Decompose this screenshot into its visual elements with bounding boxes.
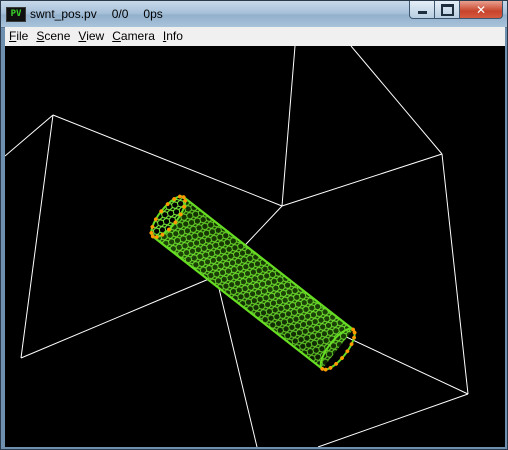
window-title: swnt_pos.pv 0/0 0ps bbox=[30, 7, 178, 21]
menu-camera-mnemonic: C bbox=[112, 29, 121, 43]
nanotube-model bbox=[149, 194, 357, 372]
box-edge-3 bbox=[281, 153, 443, 207]
box-edge-8 bbox=[441, 153, 469, 395]
box-edge-6 bbox=[20, 114, 54, 359]
nanotube-body bbox=[149, 194, 357, 372]
maximize-icon bbox=[440, 3, 454, 16]
menu-camera-rest: amera bbox=[120, 29, 155, 43]
box-edge-11 bbox=[317, 393, 469, 447]
box-edge-2 bbox=[350, 46, 443, 155]
close-icon: ✕ bbox=[475, 2, 487, 17]
box-edge-4 bbox=[52, 114, 283, 207]
box-edge-9 bbox=[20, 275, 217, 359]
maximize-button[interactable] bbox=[435, 1, 460, 19]
menu-view-rest: iew bbox=[86, 29, 105, 43]
menu-file[interactable]: File bbox=[5, 27, 32, 46]
title-time: 0ps bbox=[143, 7, 163, 21]
menu-info-rest: nfo bbox=[166, 29, 183, 43]
app-window: PV swnt_pos.pv 0/0 0ps ✕ File Scene View C… bbox=[0, 0, 508, 450]
3d-viewport[interactable] bbox=[5, 46, 505, 447]
menu-info[interactable]: Info bbox=[159, 27, 187, 46]
window-controls: ✕ bbox=[409, 1, 503, 20]
title-frame-counter: 0/0 bbox=[111, 7, 129, 21]
menu-scene-rest: cene bbox=[44, 29, 71, 43]
menu-camera[interactable]: Camera bbox=[108, 27, 159, 46]
minimize-button[interactable] bbox=[409, 1, 435, 19]
menu-file-rest: ile bbox=[16, 29, 29, 43]
title-bar[interactable]: PV swnt_pos.pv 0/0 0ps ✕ bbox=[1, 1, 507, 28]
menu-bar: File Scene View Camera Info bbox=[5, 27, 505, 46]
box-edge-5 bbox=[5, 114, 54, 157]
title-filename: swnt_pos.pv bbox=[30, 7, 97, 21]
menu-view[interactable]: View bbox=[74, 27, 108, 46]
menu-scene[interactable]: Scene bbox=[32, 27, 74, 46]
minimize-icon bbox=[417, 11, 427, 14]
app-logo-icon[interactable]: PV bbox=[6, 7, 26, 22]
scene-canvas[interactable] bbox=[5, 46, 505, 447]
close-button[interactable]: ✕ bbox=[460, 1, 503, 19]
box-edge-1 bbox=[281, 46, 296, 207]
nanotube-shading bbox=[152, 197, 354, 369]
